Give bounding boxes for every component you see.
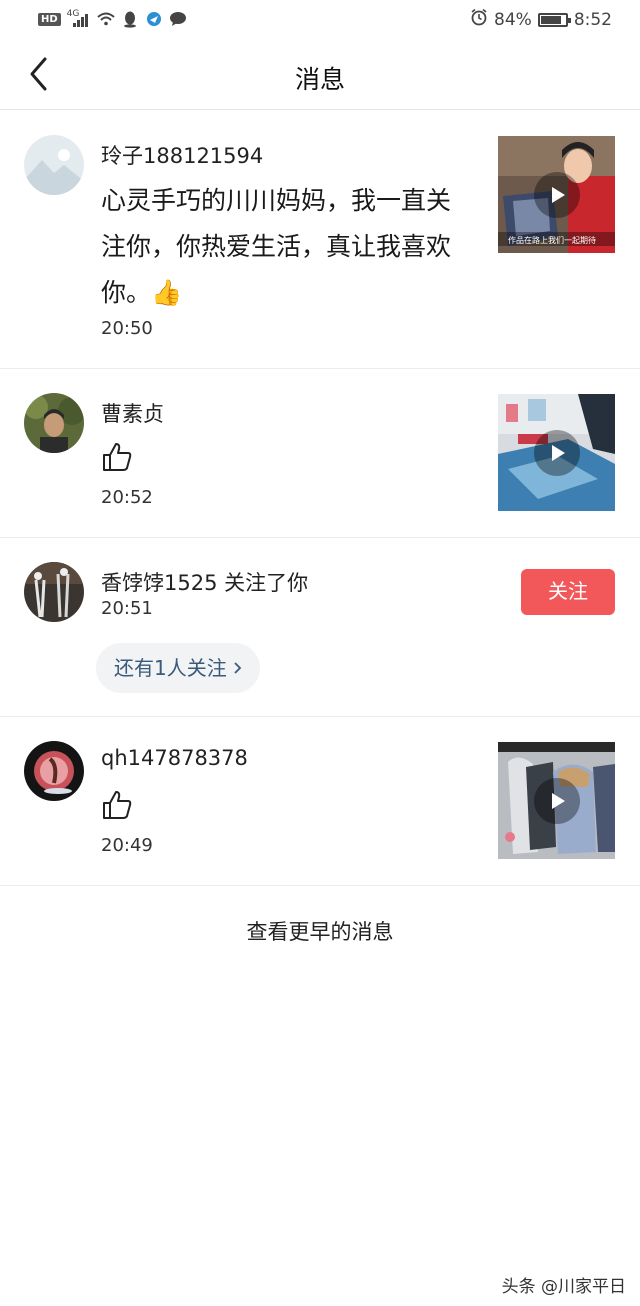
timestamp: 20:52: [101, 487, 153, 508]
follow-notification[interactable]: 香饽饽1525 关注了你 20:51 关注 还有1人关注: [0, 538, 640, 717]
chat-icon: [169, 10, 187, 28]
nav-header: 消息: [0, 40, 640, 110]
battery-icon: [537, 12, 571, 27]
timestamp: 20:51: [101, 598, 153, 619]
video-thumbnail[interactable]: [498, 394, 615, 511]
status-left: HD 4G: [38, 9, 187, 29]
message-item[interactable]: 玲子188121594 心灵手巧的川川妈妈，我一直关注你，你热爱生活，真让我喜欢…: [0, 111, 640, 369]
battery-fill: [540, 15, 561, 24]
hd-badge: HD: [38, 12, 61, 26]
avatar[interactable]: [24, 562, 84, 622]
message-item[interactable]: qh147878378 20:49: [0, 717, 640, 886]
thumb-caption: 作品在路上我们一起期待: [508, 235, 596, 245]
more-followers-button[interactable]: 还有1人关注: [96, 643, 260, 693]
avatar[interactable]: [24, 393, 84, 453]
play-icon: [533, 171, 580, 218]
sender-name[interactable]: 曹素贞: [101, 398, 164, 428]
alarm-icon: [470, 8, 488, 31]
avatar[interactable]: [24, 135, 84, 195]
status-right: 84% 8:52: [470, 8, 612, 31]
thumbs-up-icon: [101, 789, 133, 821]
sender-name[interactable]: qh147878378: [101, 746, 248, 770]
play-icon: [533, 429, 580, 476]
video-thumbnail[interactable]: [498, 742, 615, 859]
page-title: 消息: [294, 65, 345, 94]
sender-name[interactable]: 玲子188121594: [101, 140, 263, 170]
timestamp: 20:49: [101, 835, 153, 856]
comment-text: 心灵手巧的川川妈妈，我一直关注你，你热爱生活，真让我喜欢你。👍: [101, 186, 452, 307]
thumbs-up-icon: [101, 441, 133, 473]
clock: 8:52: [573, 9, 612, 30]
load-earlier-button[interactable]: 查看更早的消息: [0, 916, 640, 946]
follow-button[interactable]: 关注: [521, 569, 615, 615]
avatar[interactable]: [24, 741, 84, 801]
browser-icon: [145, 10, 163, 28]
follow-text[interactable]: 香饽饽1525 关注了你: [101, 567, 308, 597]
timestamp: 20:50: [101, 318, 153, 339]
wifi-icon: [97, 10, 115, 28]
watermark: 头条 @川家平日: [501, 1277, 626, 1297]
cell-signal-icon: 4G: [67, 9, 91, 29]
play-icon: [533, 777, 580, 824]
chevron-right-icon: [234, 662, 242, 674]
message-item[interactable]: 曹素贞 20:52: [0, 369, 640, 538]
battery-percent: 84%: [494, 9, 532, 30]
more-followers-label: 还有1人关注: [114, 656, 227, 680]
video-thumbnail[interactable]: 作品在路上我们一起期待: [498, 136, 615, 253]
qq-icon: [121, 10, 139, 28]
status-bar: HD 4G 84% 8:52: [0, 0, 640, 40]
